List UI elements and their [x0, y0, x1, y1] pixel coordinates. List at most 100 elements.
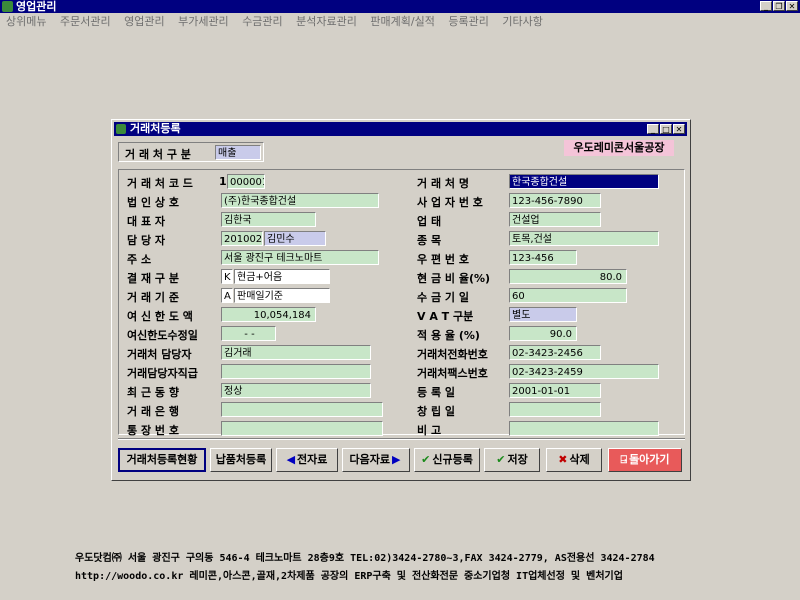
status-label: 거래처등록현황 [126, 453, 198, 466]
account-no-field[interactable] [221, 421, 383, 436]
vat-type-field[interactable]: 별도 [509, 307, 577, 322]
label-manager: 담 당 자 [127, 234, 166, 247]
restore-button[interactable]: ❐ [773, 1, 785, 11]
menu-item-parent[interactable]: 상위메뉴 [6, 15, 46, 28]
menu-item-analysis[interactable]: 분석자료관리 [296, 15, 357, 28]
ceo-field[interactable]: 김한국 [221, 212, 316, 227]
save-button[interactable]: ✔ 저장 [484, 448, 540, 472]
label-remarks: 비 고 [417, 424, 442, 437]
manager-code-field[interactable]: 201002 [221, 231, 263, 246]
plant-badge: 우도레미콘서울공장 [564, 140, 674, 156]
menu-item-vat[interactable]: 부가세관리 [178, 15, 229, 28]
contact-position-field[interactable] [221, 364, 371, 379]
label-bank: 거 래 은 행 [127, 405, 179, 418]
footer-description: http://woodo.co.kr 레미콘,아스콘,골재,2차제품 공장의 E… [75, 571, 623, 582]
label-founded: 창 립 일 [417, 405, 456, 418]
biz-item-field[interactable]: 토목,건설 [509, 231, 659, 246]
minimize-button[interactable]: _ [760, 1, 772, 11]
founded-field[interactable] [509, 402, 601, 417]
trade-basis-code-field[interactable]: A [221, 288, 233, 303]
customer-form: 거 래 처 코 드 1 000001 법 인 상 호 (주)한국종합건설 대 표… [118, 169, 685, 437]
apply-rate-field[interactable]: 90.0 [509, 326, 577, 341]
back-button[interactable]: ⍈ 돌아가기 [608, 448, 682, 472]
new-button[interactable]: ✔ 신규등록 [414, 448, 480, 472]
check-icon: ✔ [421, 453, 431, 466]
label-contact-position: 거래담당자직급 [127, 367, 198, 380]
label-fax: 거래처팩스번호 [417, 367, 488, 380]
reg-date-field[interactable]: 2001-01-01 [509, 383, 601, 398]
customer-name-field[interactable]: 한국종합건설 [509, 174, 659, 189]
label-corp-name: 법 인 상 호 [127, 196, 179, 209]
back-label: 돌아가기 [629, 453, 670, 466]
address-field[interactable]: 서울 광진구 테크노마트 [221, 250, 379, 265]
window-title: 거래처등록 [130, 122, 181, 135]
label-recent-trend: 최 근 동 향 [127, 386, 179, 399]
customer-registration-window: 거래처등록 _ □ ✕ 거 래 처 구 분 매출 우도레미콘서울공장 거 래 처… [111, 119, 691, 481]
prev-button[interactable]: ◀ 전자료 [276, 448, 338, 472]
prev-label: 전자료 [297, 453, 328, 466]
contact-person-field[interactable]: 김거래 [221, 345, 371, 360]
new-label: 신규등록 [432, 453, 473, 466]
collection-days-field[interactable]: 60 [509, 288, 627, 303]
corp-name-field[interactable]: (주)한국종합건설 [221, 193, 379, 208]
button-bar: 거래처등록현황 납품처등록 ◀ 전자료 다음자료 ▶ ✔ 신규등록 ✔ 저장 ✖ 삭제 ⍈… [118, 442, 685, 476]
menu-item-sales[interactable]: 영업관리 [124, 15, 164, 28]
customer-code-field[interactable]: 000001 [227, 174, 265, 189]
label-phone: 거래처전화번호 [417, 348, 488, 361]
check-icon: ✔ [496, 453, 506, 466]
customer-type-group: 거 래 처 구 분 매출 [118, 142, 264, 162]
x-icon: ✖ [558, 453, 568, 466]
menu-item-etc[interactable]: 기타사항 [502, 15, 542, 28]
window-maximize-button[interactable]: □ [660, 124, 672, 134]
label-customer-name: 거 래 처 명 [417, 177, 469, 190]
recent-trend-field[interactable]: 정상 [221, 383, 371, 398]
biz-type-field[interactable]: 건설업 [509, 212, 601, 227]
delivery-label: 납품처등록 [215, 453, 267, 466]
credit-limit-field[interactable]: 10,054,184 [221, 307, 316, 322]
phone-field[interactable]: 02-3423-2456 [509, 345, 601, 360]
window-titlebar: 거래처등록 _ □ ✕ [114, 122, 687, 136]
arrow-left-icon: ◀ [286, 453, 296, 466]
divider [118, 438, 685, 440]
menu-item-plan[interactable]: 판매계획/실적 [370, 15, 434, 28]
next-label: 다음자료 [349, 453, 390, 466]
label-trade-basis: 거 래 기 준 [127, 291, 179, 304]
remarks-field[interactable] [509, 421, 659, 436]
payment-type-field[interactable]: 현금+어음 [234, 269, 330, 284]
manager-name-field[interactable]: 김민수 [264, 231, 326, 246]
payment-type-code-field[interactable]: K [221, 269, 233, 284]
menu-item-collection[interactable]: 수금관리 [242, 15, 282, 28]
trade-basis-field[interactable]: 판매일기준 [234, 288, 330, 303]
label-customer-code: 거 래 처 코 드 [127, 177, 193, 190]
delivery-button[interactable]: 납품처등록 [210, 448, 272, 472]
credit-modified-field[interactable]: - - [221, 326, 276, 341]
label-zip: 우 편 번 호 [417, 253, 469, 266]
label-biz-no: 사 업 자 번 호 [417, 196, 483, 209]
label-cash-ratio: 현 금 비 율(%) [417, 272, 491, 285]
zip-field[interactable]: 123-456 [509, 250, 577, 265]
label-ceo: 대 표 자 [127, 215, 166, 228]
status-button[interactable]: 거래처등록현황 [118, 448, 206, 472]
window-close-button[interactable]: ✕ [673, 124, 685, 134]
customer-type-field[interactable]: 매출 [215, 145, 261, 160]
menu-item-orders[interactable]: 주문서관리 [60, 15, 111, 28]
label-payment-type: 결 재 구 분 [127, 272, 179, 285]
label-address: 주 소 [127, 253, 152, 266]
label-vat-type: V A T 구분 [417, 310, 474, 323]
label-account-no: 통 장 번 호 [127, 424, 179, 437]
save-label: 저장 [507, 453, 528, 466]
biz-no-field[interactable]: 123-456-7890 [509, 193, 601, 208]
menu-item-registration[interactable]: 등록관리 [448, 15, 488, 28]
fax-field[interactable]: 02-3423-2459 [509, 364, 659, 379]
arrow-right-icon: ▶ [392, 453, 401, 466]
bank-field[interactable] [221, 402, 383, 417]
cash-ratio-field[interactable]: 80.0 [509, 269, 627, 284]
window-icon [116, 124, 126, 134]
next-button[interactable]: 다음자료 ▶ [342, 448, 410, 472]
menu-bar: 상위메뉴 주문서관리 영업관리 부가세관리 수금관리 분석자료관리 판매계획/실… [0, 13, 800, 31]
app-title: 영업관리 [16, 0, 57, 13]
window-minimize-button[interactable]: _ [647, 124, 659, 134]
close-button[interactable]: ✕ [786, 1, 798, 11]
delete-button[interactable]: ✖ 삭제 [546, 448, 602, 472]
app-icon [2, 1, 13, 12]
